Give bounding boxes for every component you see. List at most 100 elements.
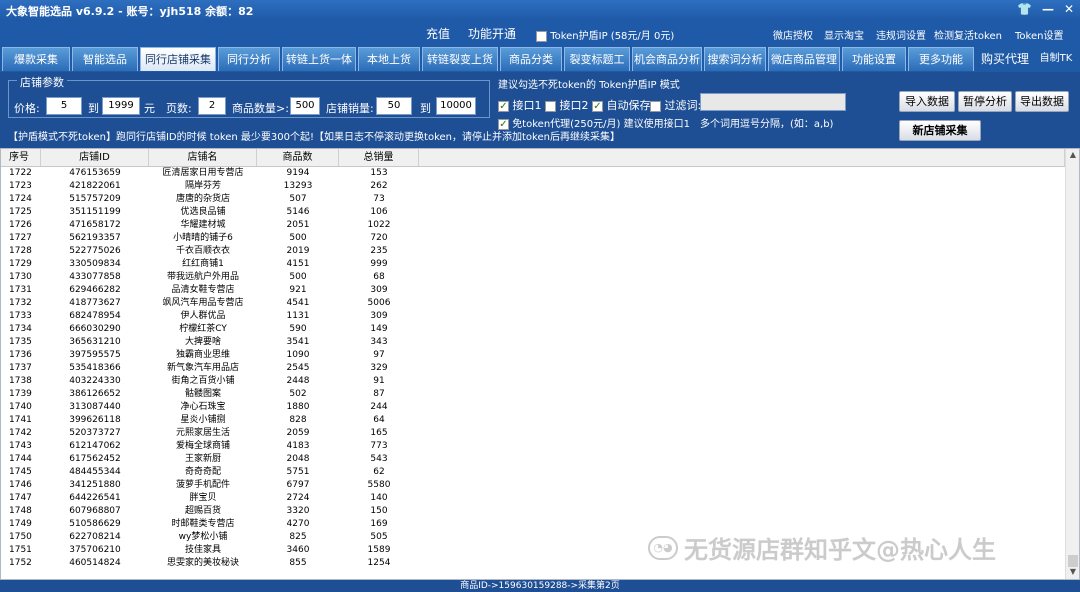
table-cell-empty: [419, 466, 1065, 479]
table-cell: 73: [373, 194, 385, 204]
table-cell: 476153659: [69, 168, 121, 178]
tab-peer-shop-collect[interactable]: 同行店铺采集: [140, 47, 216, 71]
table-cell: 106: [370, 207, 388, 217]
link-banned-words[interactable]: 违规词设置: [876, 27, 926, 42]
table-cell: 骷髅图案: [184, 389, 221, 399]
filter-input[interactable]: [700, 93, 846, 111]
table-cell: 244: [370, 402, 388, 412]
table-row[interactable]: 1727 562193357 小晴晴的铺子6 500 720: [1, 232, 1065, 245]
link-check-token[interactable]: 检测复活token: [934, 27, 1002, 42]
table-row[interactable]: 1746 341251880 菠萝手机配件 6797 5580: [1, 479, 1065, 492]
table-cell: 小晴晴的铺子6: [173, 233, 233, 243]
table-row[interactable]: 1734 666030290 柠檬红茶CY 590 149: [1, 323, 1065, 336]
tab-local-upload[interactable]: 本地上货: [358, 47, 420, 71]
tab-search-words[interactable]: 搜索词分析: [704, 47, 766, 71]
tab-title-tool[interactable]: 裂变标题工具: [564, 47, 630, 90]
token-hint: 【护盾模式不死token】跑同行店铺ID的时候 token 最少要300个起!【…: [8, 132, 620, 143]
link-show-taobao[interactable]: 显示淘宝: [824, 27, 864, 42]
tab-custom-tk[interactable]: 自制TK: [1036, 47, 1076, 71]
autosave-option[interactable]: 自动保存: [592, 97, 651, 113]
export-data-button[interactable]: 导出数据: [1015, 91, 1069, 112]
import-data-button[interactable]: 导入数据: [899, 91, 955, 112]
table-row[interactable]: 1731 629466282 品清女鞋专营店 921 309: [1, 284, 1065, 297]
table-row[interactable]: 1733 682478954 伊人群优品 1131 309: [1, 310, 1065, 323]
price-to-input[interactable]: 1999: [102, 97, 140, 115]
filter-label: 过滤词:: [664, 99, 702, 112]
pause-analysis-button[interactable]: 暂停分析: [958, 91, 1012, 112]
new-shop-collect-button[interactable]: 新店铺采集: [899, 120, 981, 141]
scroll-down-icon[interactable]: ▼: [1067, 567, 1079, 579]
link-weidian-auth[interactable]: 微店授权: [773, 27, 813, 42]
table-row[interactable]: 1744 617562452 王家新厨 2048 543: [1, 453, 1065, 466]
tab-hot-collect[interactable]: 爆款采集: [2, 47, 70, 71]
scroll-up-icon[interactable]: ▲: [1067, 150, 1079, 162]
table-row[interactable]: 1737 535418366 新气象汽车用品店 2545 329: [1, 362, 1065, 375]
goods-count-input[interactable]: 500: [290, 97, 320, 115]
col-shop-id[interactable]: 店铺ID: [41, 149, 149, 166]
table-row[interactable]: 1729 330509834 红红商铺1 4151 999: [1, 258, 1065, 271]
table-row[interactable]: 1741 399626118 星炎小铺捌 828 64: [1, 414, 1065, 427]
table-row[interactable]: 1735 365631210 大捭要啥 3541 343: [1, 336, 1065, 349]
table-row[interactable]: 1748 607968807 超赐百货 3320 150: [1, 505, 1065, 518]
link-token-settings[interactable]: Token设置: [1015, 27, 1063, 42]
table-row[interactable]: 1747 644226541 胖宝贝 2724 140: [1, 492, 1065, 505]
sales-to-input[interactable]: 10000: [436, 97, 476, 115]
table-row[interactable]: 1722 476153659 匠清居家日用专营店 9194 153: [1, 167, 1065, 180]
price-from-input[interactable]: 5: [46, 97, 82, 115]
pages-input[interactable]: 2: [198, 97, 226, 115]
tab-more[interactable]: 更多功能: [908, 47, 974, 71]
tab-weidian-manage[interactable]: 微店商品管理: [768, 47, 840, 71]
sales-from-input[interactable]: 50: [376, 97, 412, 115]
scroll-thumb[interactable]: [1068, 555, 1078, 567]
autosave-checkbox[interactable]: [592, 100, 603, 112]
tab-smart-select[interactable]: 智能选品: [72, 47, 138, 71]
table-cell-empty: [419, 310, 1065, 323]
table-cell: 1739: [9, 389, 32, 399]
table-row[interactable]: 1738 403224330 街角之百货小铺 2448 91: [1, 375, 1065, 388]
token-ip-option[interactable]: Token护盾IP (58元/月 0元): [536, 27, 674, 42]
vertical-scrollbar[interactable]: ▲ ▼: [1065, 149, 1079, 579]
col-index[interactable]: 序号: [1, 149, 41, 166]
table-row[interactable]: 1730 433077858 带我远航户外用品 500 68: [1, 271, 1065, 284]
col-goods-count[interactable]: 商品数: [257, 149, 339, 166]
port1-checkbox[interactable]: [498, 100, 509, 112]
tab-settings[interactable]: 功能设置: [842, 47, 906, 71]
tab-opportunity[interactable]: 机会商品分析: [632, 47, 702, 71]
minimize-icon[interactable]: —: [1042, 2, 1054, 16]
token-ip-checkbox[interactable]: [536, 30, 547, 42]
table-row[interactable]: 1736 397595575 独霸商业思维 1090 97: [1, 349, 1065, 362]
port1-option[interactable]: 接口1: [498, 97, 542, 113]
table-row[interactable]: 1726 471658172 华耀建材城 2051 1022: [1, 219, 1065, 232]
filter-option[interactable]: 过滤词:: [650, 97, 701, 113]
shirt-icon[interactable]: 👕: [1017, 2, 1032, 16]
table-row[interactable]: 1742 520373727 元熙家居生活 2059 165: [1, 427, 1065, 440]
col-shop-name[interactable]: 店铺名: [149, 149, 257, 166]
filter-checkbox[interactable]: [650, 100, 661, 112]
tab-category[interactable]: 商品分类: [500, 47, 562, 71]
table-row[interactable]: 1732 418773627 飒风汽车用品专营店 4541 5006: [1, 297, 1065, 310]
feature-open-link[interactable]: 功能开通: [468, 25, 516, 42]
table-cell: 1747: [9, 493, 32, 503]
table-cell-empty: [419, 232, 1065, 245]
table-row[interactable]: 1743 612147062 爱梅全球商铺 4183 773: [1, 440, 1065, 453]
table-row[interactable]: 1739 386126652 骷髅图案 502 87: [1, 388, 1065, 401]
table-row[interactable]: 1723 421822061 隔岸芬芳 13293 262: [1, 180, 1065, 193]
recharge-link[interactable]: 充值: [426, 25, 450, 42]
close-icon[interactable]: ✕: [1064, 2, 1074, 16]
tab-peer-analysis[interactable]: 同行分析: [218, 47, 280, 71]
table-row[interactable]: 1745 484455344 奇奇奇配 5751 62: [1, 466, 1065, 479]
table-cell: 87: [373, 389, 385, 399]
table-row[interactable]: 1740 313087440 净心石珠宝 1880 244: [1, 401, 1065, 414]
table-row[interactable]: 1724 515757209 唐唐的杂货店 507 73: [1, 193, 1065, 206]
port2-option[interactable]: 接口2: [545, 97, 589, 113]
table-cell: 2019: [286, 246, 310, 256]
table-cell: 502: [289, 389, 307, 399]
col-total-sales[interactable]: 总销量: [339, 149, 419, 166]
tab-fission-upload[interactable]: 转链裂变上货: [422, 47, 498, 71]
tab-link-upload[interactable]: 转链上货一体: [282, 47, 356, 71]
wechat-icon: ◔◕: [648, 535, 678, 560]
port2-checkbox[interactable]: [545, 100, 556, 112]
table-row[interactable]: 1728 522775026 千衣百顺衣衣 2019 235: [1, 245, 1065, 258]
table-row[interactable]: 1725 351151199 优选良品铺 5146 106: [1, 206, 1065, 219]
tab-buy-proxy[interactable]: 购买代理: [976, 47, 1034, 71]
